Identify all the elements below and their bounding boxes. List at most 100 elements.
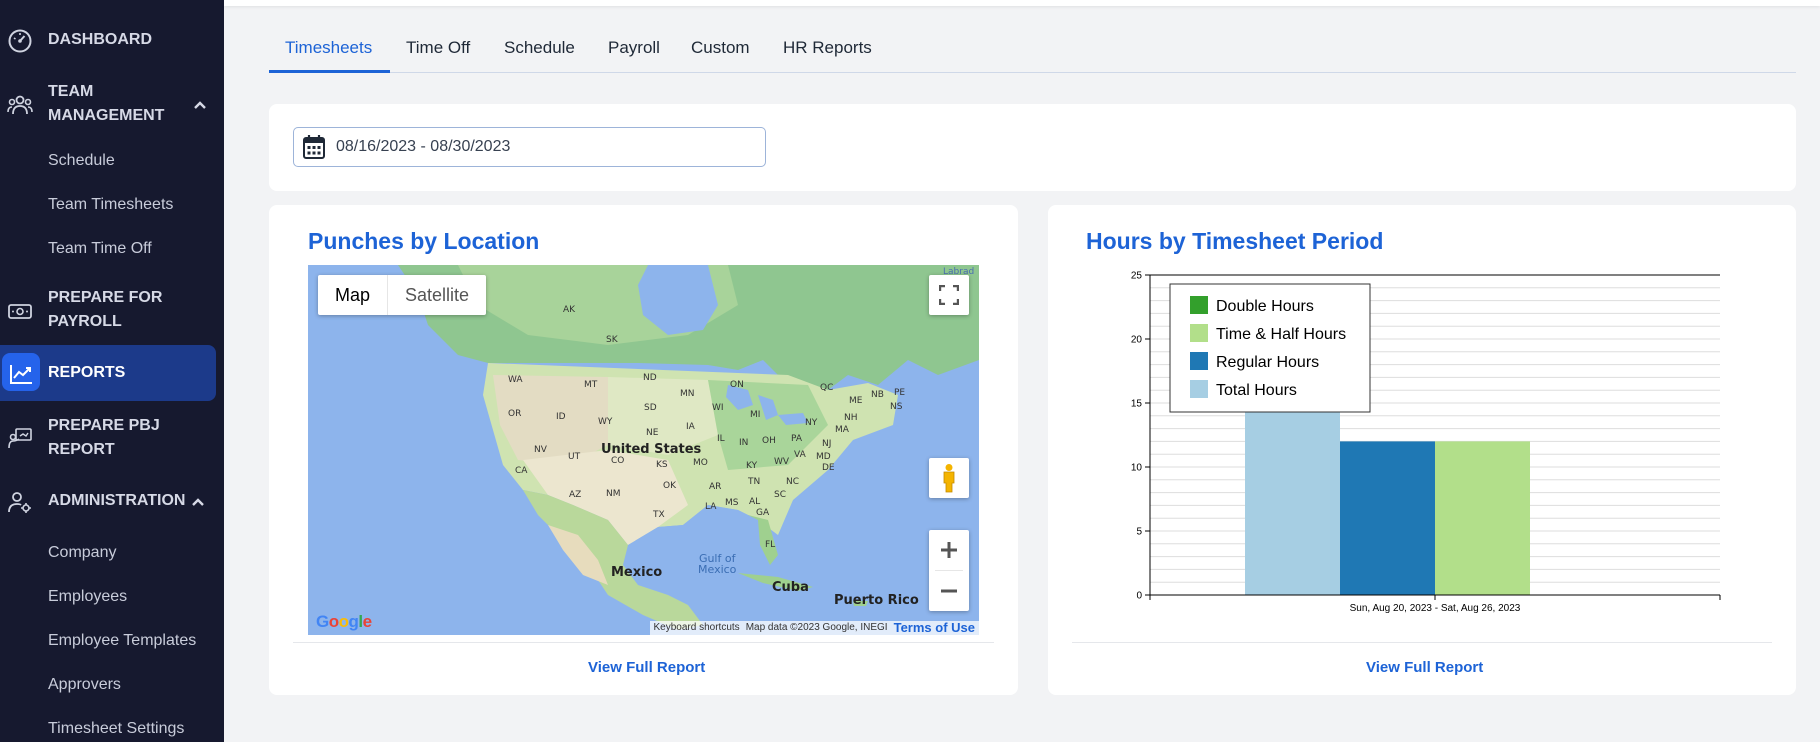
sidebar-sub-employees[interactable]: Employees [48,587,127,607]
legend-label: Regular Hours [1216,354,1319,371]
tab-time-off[interactable]: Time Off [406,38,470,58]
map-type-satellite-button[interactable]: Satellite [387,275,486,315]
chevron-up-icon[interactable] [190,494,206,510]
map-label: NH [844,413,858,423]
sidebar-item-label: PREPARE PBJ [48,417,160,434]
sidebar-sub-approvers[interactable]: Approvers [48,675,121,695]
presentation-icon [6,425,34,453]
tab-custom[interactable]: Custom [691,38,750,58]
sidebar-item-prepare-pbj-report[interactable]: PREPARE PBJ REPORT [0,414,224,464]
chart-y-tick-label: 15 [1131,399,1143,410]
chart-x-tick-label: Sun, Aug 20, 2023 - Sat, Aug 26, 2023 [1350,603,1521,614]
map-label: ON [730,380,744,390]
cash-icon [6,297,34,325]
map-label: AL [749,497,761,507]
map-label: WA [508,375,523,385]
map-label: MD [816,452,831,462]
chevron-up-icon[interactable] [192,97,208,113]
card-divider [1072,642,1772,643]
chart-y-tick-label: 25 [1131,271,1143,282]
map-label: ID [556,412,566,422]
map-label: DE [822,463,835,473]
report-tabs: Timesheets Time Off Schedule Payroll Cus… [269,30,1796,73]
team-icon [6,91,34,119]
speedometer-icon [6,27,34,55]
map-label: SC [774,490,786,500]
map-label: VA [794,450,806,460]
terms-of-use-link[interactable]: Terms of Use [894,621,975,635]
sidebar-item-label: MANAGEMENT [48,107,165,124]
chart-y-tick-label: 20 [1131,335,1143,346]
map-label-puerto-rico: Puerto Rico [834,593,919,608]
zoom-out-button[interactable] [929,571,969,611]
view-full-report-link[interactable]: View Full Report [588,659,705,676]
fullscreen-button[interactable] [929,275,969,315]
zoom-in-button[interactable] [929,530,969,570]
sidebar-item-team-management[interactable]: TEAM MANAGEMENT [0,80,224,130]
map-label: OR [508,409,522,419]
map-label: MS [725,498,739,508]
tab-hr-reports[interactable]: HR Reports [783,38,872,58]
sidebar-item-label: ADMINISTRATION [48,492,186,509]
location-map[interactable]: AK SK ON QC WA MT ND MN ME NB PE NS OR I… [308,265,979,635]
map-label: KY [746,461,758,471]
map-label: KS [656,460,668,470]
sidebar-sub-team-timesheets[interactable]: Team Timesheets [48,195,173,215]
tab-payroll[interactable]: Payroll [608,38,660,58]
map-label: ND [643,373,657,383]
street-view-button[interactable] [929,458,969,498]
map-label: IN [739,438,749,448]
map-label: NC [786,477,800,487]
sidebar-sub-company[interactable]: Company [48,543,116,563]
legend-swatch [1190,296,1208,314]
sidebar-item-label: PREPARE FOR [48,289,163,306]
map-label: WI [712,403,724,413]
zoom-controls [929,530,969,611]
tab-timesheets[interactable]: Timesheets [285,38,372,58]
sidebar-item-administration[interactable]: ADMINISTRATION [0,489,224,515]
sidebar-item-reports[interactable]: REPORTS [0,361,224,387]
map-type-toggle: Map Satellite [318,275,487,315]
sidebar-sub-employee-templates[interactable]: Employee Templates [48,631,196,651]
sidebar-sub-schedule[interactable]: Schedule [48,151,115,171]
map-label: AZ [569,490,582,500]
chart-bar-time-half-hours[interactable] [1435,441,1530,595]
map-label: MT [584,380,598,390]
map-label-mexico: Mexico [611,565,663,580]
map-label: LA [705,502,717,512]
date-range-input[interactable]: 08/16/2023 - 08/30/2023 [293,127,766,167]
pegman-icon [941,463,957,498]
map-label-gulf: Gulf of Mexico [698,553,736,575]
map-label: SD [644,403,657,413]
chart-bar-regular-hours[interactable] [1340,441,1435,595]
map-label: NY [805,418,818,428]
map-label: CA [515,466,528,476]
chart-y-tick-label: 10 [1131,463,1143,474]
map-label: QC [820,383,834,393]
keyboard-shortcuts-link[interactable]: Keyboard shortcuts [654,621,740,635]
sidebar-sub-team-time-off[interactable]: Team Time Off [48,239,152,259]
card-title: Punches by Location [308,228,540,254]
map-label: NE [646,428,659,438]
sidebar-item-label: REPORTS [48,364,126,381]
sidebar-sub-timesheet-settings[interactable]: Timesheet Settings [48,719,184,739]
minus-icon [941,589,957,593]
tab-schedule[interactable]: Schedule [504,38,575,58]
sidebar-item-dashboard[interactable]: DASHBOARD [0,28,224,54]
map-label: TN [748,477,761,487]
user-settings-icon [6,488,34,516]
map-label: TX [653,510,665,520]
map-label: PA [791,434,803,444]
map-label: IL [717,434,725,444]
map-attribution: Keyboard shortcuts Map data ©2023 Google… [649,621,979,635]
chart-legend: Double Hours Time & Half Hours Regular Hou… [1169,283,1371,413]
map-label: MI [750,410,761,420]
view-full-report-link[interactable]: View Full Report [1366,659,1483,676]
chart-line-icon [7,360,35,388]
map-type-map-button[interactable]: Map [318,275,387,315]
chart-y-tick-label: 0 [1136,591,1142,602]
date-range-value: 08/16/2023 - 08/30/2023 [336,138,511,155]
sidebar-item-prepare-for-payroll[interactable]: PREPARE FOR PAYROLL [0,286,224,336]
map-label: UT [568,452,581,462]
sidebar-item-label: REPORT [48,441,115,458]
